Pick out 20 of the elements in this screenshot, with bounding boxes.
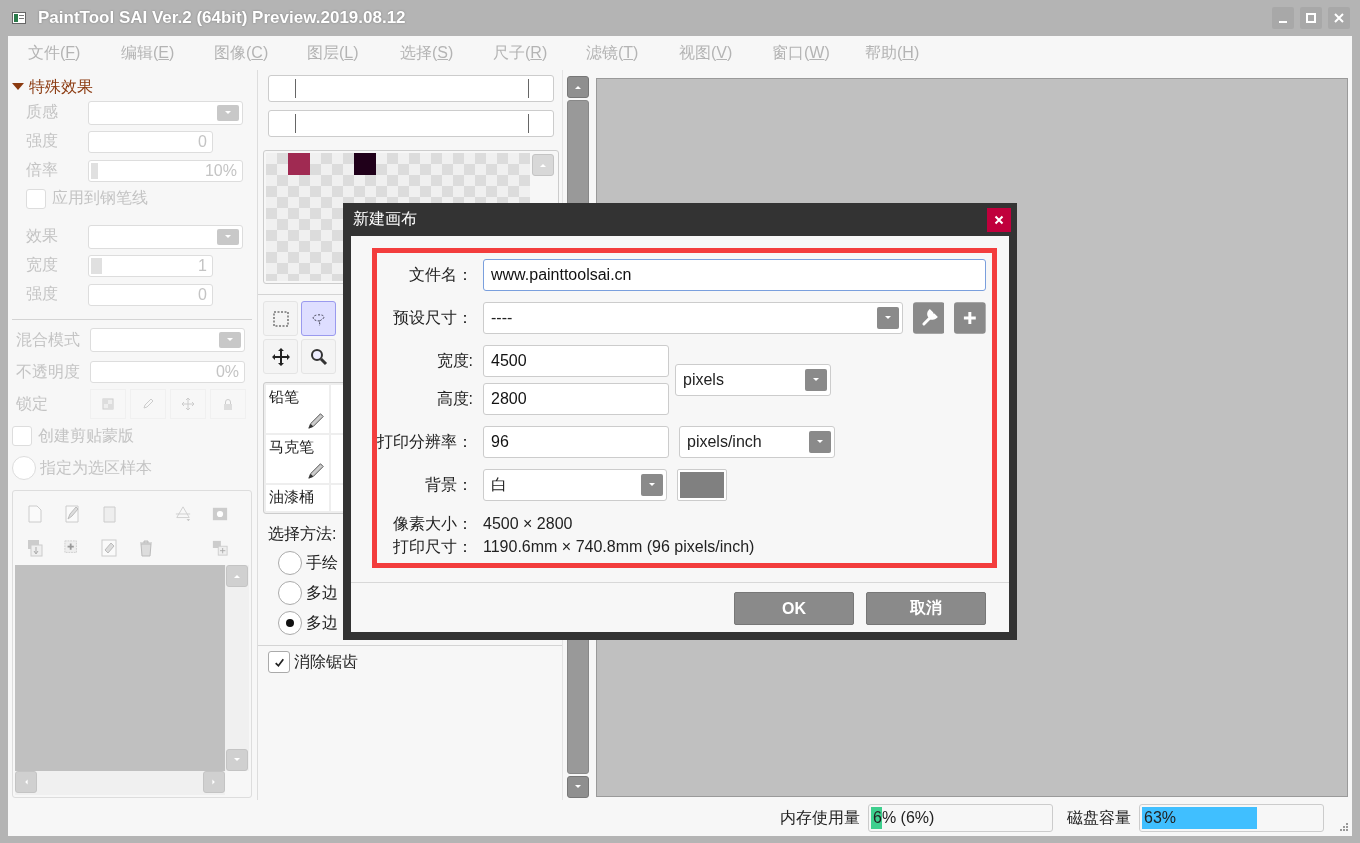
field-label: 预设尺寸：	[392, 307, 473, 328]
window-title: PaintTool SAI Ver.2 (64bit) Preview.2019.08.12	[38, 8, 406, 28]
checkbox-label: 消除锯齿	[294, 651, 358, 672]
field-label: 背景：	[424, 474, 473, 495]
field-label: 高度:	[435, 388, 473, 409]
info-label: 打印尺寸：	[392, 537, 473, 557]
radio-label: 手绘	[306, 552, 338, 573]
status-label: 内存使用量	[780, 807, 860, 828]
field-label: 宽度:	[435, 350, 473, 371]
field-label: 文件名：	[408, 264, 473, 285]
section-label: 选择方法:	[268, 524, 337, 544]
info-value: 1190.6mm × 740.8mm (96 pixels/inch)	[483, 537, 755, 557]
radio-label: 多边	[306, 582, 338, 603]
dialog-title: 新建画布	[353, 209, 417, 229]
usage-meter: 63%	[1139, 804, 1324, 832]
info-label: 像素大小：	[392, 514, 473, 534]
status-label: 磁盘容量	[1067, 807, 1131, 828]
info-value: 4500 × 2800	[483, 514, 573, 534]
radio-label: 多边	[306, 612, 338, 633]
field-label: 打印分辨率：	[377, 431, 473, 452]
